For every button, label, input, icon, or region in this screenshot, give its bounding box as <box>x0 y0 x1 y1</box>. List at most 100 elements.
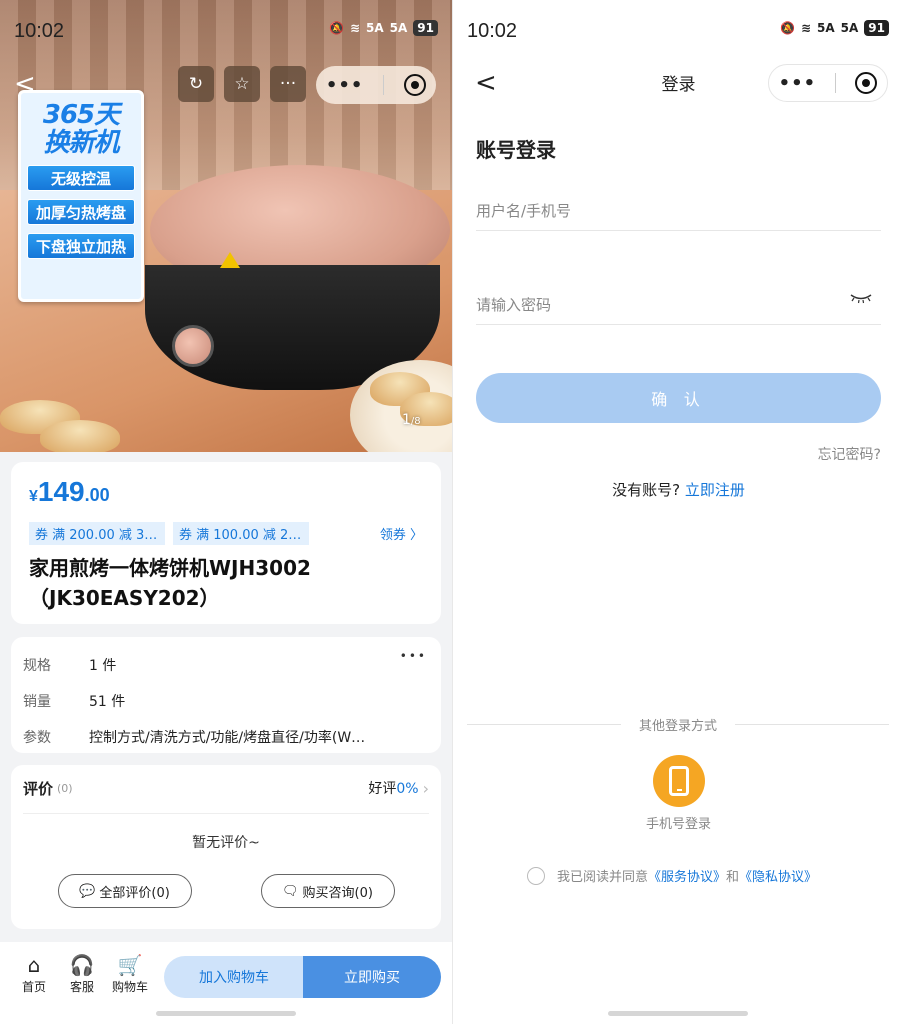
status-time: 10:02 <box>14 20 65 42</box>
coupon-row: 券 满 200.00 减 30.00 券 满 100.00 减 20.00 领券… <box>29 522 423 545</box>
price-card: ¥149.00 券 满 200.00 减 30.00 券 满 100.00 减 … <box>11 462 441 624</box>
wifi-icon: ≋ <box>800 21 812 35</box>
eye-closed-icon[interactable] <box>849 292 873 304</box>
empty-review-text: 暂无评价~ <box>192 835 260 851</box>
battery-icon: 91 <box>864 20 889 36</box>
capsule-close-icon[interactable] <box>404 74 427 96</box>
battery-icon: 91 <box>413 20 438 36</box>
spec-value: 1 件 <box>89 658 117 674</box>
price-decimal: .00 <box>84 485 110 505</box>
spec-row: 参数 控制方式/清洗方式/功能/烤盘直径/功率(W… <box>23 719 429 755</box>
warning-label-icon <box>220 252 240 268</box>
home-indicator <box>608 1011 748 1016</box>
tab-label: 客服 <box>69 980 94 994</box>
tab-service[interactable]: 🎧 客服 <box>62 954 102 995</box>
good-rate-label: 好评 <box>368 781 397 797</box>
wifi-icon: ≋ <box>349 21 361 35</box>
spec-key: 参数 <box>23 730 51 746</box>
product-topbar: < ↻ ☆ ··· ••• <box>0 66 452 104</box>
promo-badge-item: 加厚匀热烤盘 <box>27 199 135 225</box>
divider-line <box>467 724 621 725</box>
password-input[interactable] <box>476 285 881 325</box>
more-icon[interactable]: ··· <box>270 66 306 102</box>
bottom-action-bar: ⌂ 首页 🎧 客服 🛒 购物车 加入购物车 立即购买 <box>0 942 452 1024</box>
spec-key: 规格 <box>23 658 51 674</box>
favorite-icon[interactable]: ☆ <box>224 66 260 102</box>
all-reviews-label: 全部评价(0) <box>99 885 170 901</box>
capsule-close-icon[interactable] <box>855 72 878 94</box>
privacy-agreement-link[interactable]: 《隐私协议》 <box>739 866 817 885</box>
promo-badge: 365天 换新机 无级控温 加厚匀热烤盘 下盘独立加热 <box>18 90 144 302</box>
capsule-divider <box>383 75 385 95</box>
confirm-button[interactable]: 确 认 <box>476 373 881 423</box>
promo-badge-title-1: 365天 <box>42 100 120 130</box>
chevron-right-icon: › <box>422 778 429 798</box>
status-time: 10:02 <box>467 20 518 42</box>
miniprogram-capsule: ••• <box>316 66 436 104</box>
pager-total: /8 <box>410 416 421 427</box>
spec-card[interactable]: ••• 规格 1 件 销量 51 件 参数 控制方式/清洗方式/功能/烤盘直径/… <box>11 637 441 753</box>
all-reviews-button[interactable]: 💬 全部评价(0) <box>57 874 192 908</box>
add-to-cart-button[interactable]: 加入购物车 <box>164 956 304 998</box>
mute-icon: 🔕 <box>329 21 344 35</box>
capsule-divider <box>835 73 837 93</box>
consult-label: 购买咨询(0) <box>302 885 373 901</box>
tab-home[interactable]: ⌂ 首页 <box>14 954 54 995</box>
capsule-menu-icon[interactable]: ••• <box>326 75 364 96</box>
mute-icon: 🔕 <box>780 21 795 35</box>
review-card: 评价 (0) 好评0% › 暂无评价~ 💬 全部评价(0) 🗨 购买咨询(0) <box>11 765 441 929</box>
other-login-divider: 其他登录方式 <box>467 715 890 734</box>
agreement-row: 我已阅读并同意 《服务协议》 和 《隐私协议》 <box>527 866 817 885</box>
review-count: (0) <box>57 781 73 795</box>
product-detail-screen: 365天 换新机 无级控温 加厚匀热烤盘 下盘独立加热 1/8 10:02 🔕 … <box>0 0 452 1024</box>
phone-login-option[interactable]: 手机号登录 <box>453 755 903 832</box>
signal-icon: 5A <box>389 21 408 35</box>
agreement-checkbox[interactable] <box>527 866 545 885</box>
mobile-phone-icon <box>668 766 689 796</box>
login-screen: 10:02 🔕 ≋ 5A 5A 91 < 登录 ••• 账号登录 确 认 <box>452 0 903 1024</box>
review-header[interactable]: 评价 (0) 好评0% › <box>23 775 429 814</box>
pager-current: 1 <box>402 412 411 428</box>
status-icons: 🔕 ≋ 5A 5A 91 <box>780 20 889 36</box>
other-login-label: 其他登录方式 <box>639 719 718 734</box>
grill-knob-image <box>172 325 214 367</box>
phone-login-button[interactable] <box>652 755 705 807</box>
coupon-tag[interactable]: 券 满 100.00 减 20.00 <box>173 522 309 545</box>
product-price: ¥149.00 <box>29 476 423 508</box>
tab-label: 购物车 <box>111 980 148 994</box>
spec-more-icon[interactable]: ••• <box>400 649 427 663</box>
divider-line <box>735 724 890 725</box>
status-bar: 10:02 🔕 ≋ 5A 5A 91 <box>453 0 903 64</box>
chat-icon: 🗨 <box>282 883 299 899</box>
signal-icon: 5A <box>366 21 384 35</box>
back-icon[interactable]: < <box>14 70 38 98</box>
coupon-tag[interactable]: 券 满 200.00 减 30.00 <box>29 522 165 545</box>
tab-label: 首页 <box>21 980 46 994</box>
forgot-password-link[interactable]: 忘记密码? <box>818 444 881 464</box>
phone-login-label: 手机号登录 <box>645 817 711 832</box>
capsule-menu-icon[interactable]: ••• <box>779 73 817 94</box>
comment-icon: 💬 <box>79 883 96 899</box>
service-agreement-link[interactable]: 《服务协议》 <box>648 866 726 885</box>
good-rate-value: 0% <box>396 781 419 797</box>
status-icons: 🔕 ≋ 5A 5A 91 <box>329 20 438 36</box>
no-account-text: 没有账号? <box>612 481 681 499</box>
promo-badge-item: 下盘独立加热 <box>27 233 135 259</box>
purchase-consult-button[interactable]: 🗨 购买咨询(0) <box>260 874 395 908</box>
image-pager: 1/8 <box>402 412 421 428</box>
share-icon[interactable]: ↻ <box>178 66 214 102</box>
register-link[interactable]: 立即注册 <box>685 481 745 499</box>
spec-row: 销量 51 件 <box>23 683 429 719</box>
promo-badge-title-2: 换新机 <box>43 128 119 158</box>
home-indicator <box>156 1011 296 1016</box>
username-input[interactable] <box>476 191 881 231</box>
get-coupon-link[interactable]: 领券 〉 <box>380 524 423 543</box>
spec-key: 销量 <box>23 694 51 710</box>
dumpling-image <box>40 420 120 452</box>
tab-cart[interactable]: 🛒 购物车 <box>108 954 152 995</box>
agree-prefix: 我已阅读并同意 <box>557 870 649 885</box>
review-title: 评价 <box>23 779 54 798</box>
currency-symbol: ¥ <box>29 488 38 505</box>
buy-now-button[interactable]: 立即购买 <box>303 956 441 998</box>
price-integer: 149 <box>37 476 85 507</box>
